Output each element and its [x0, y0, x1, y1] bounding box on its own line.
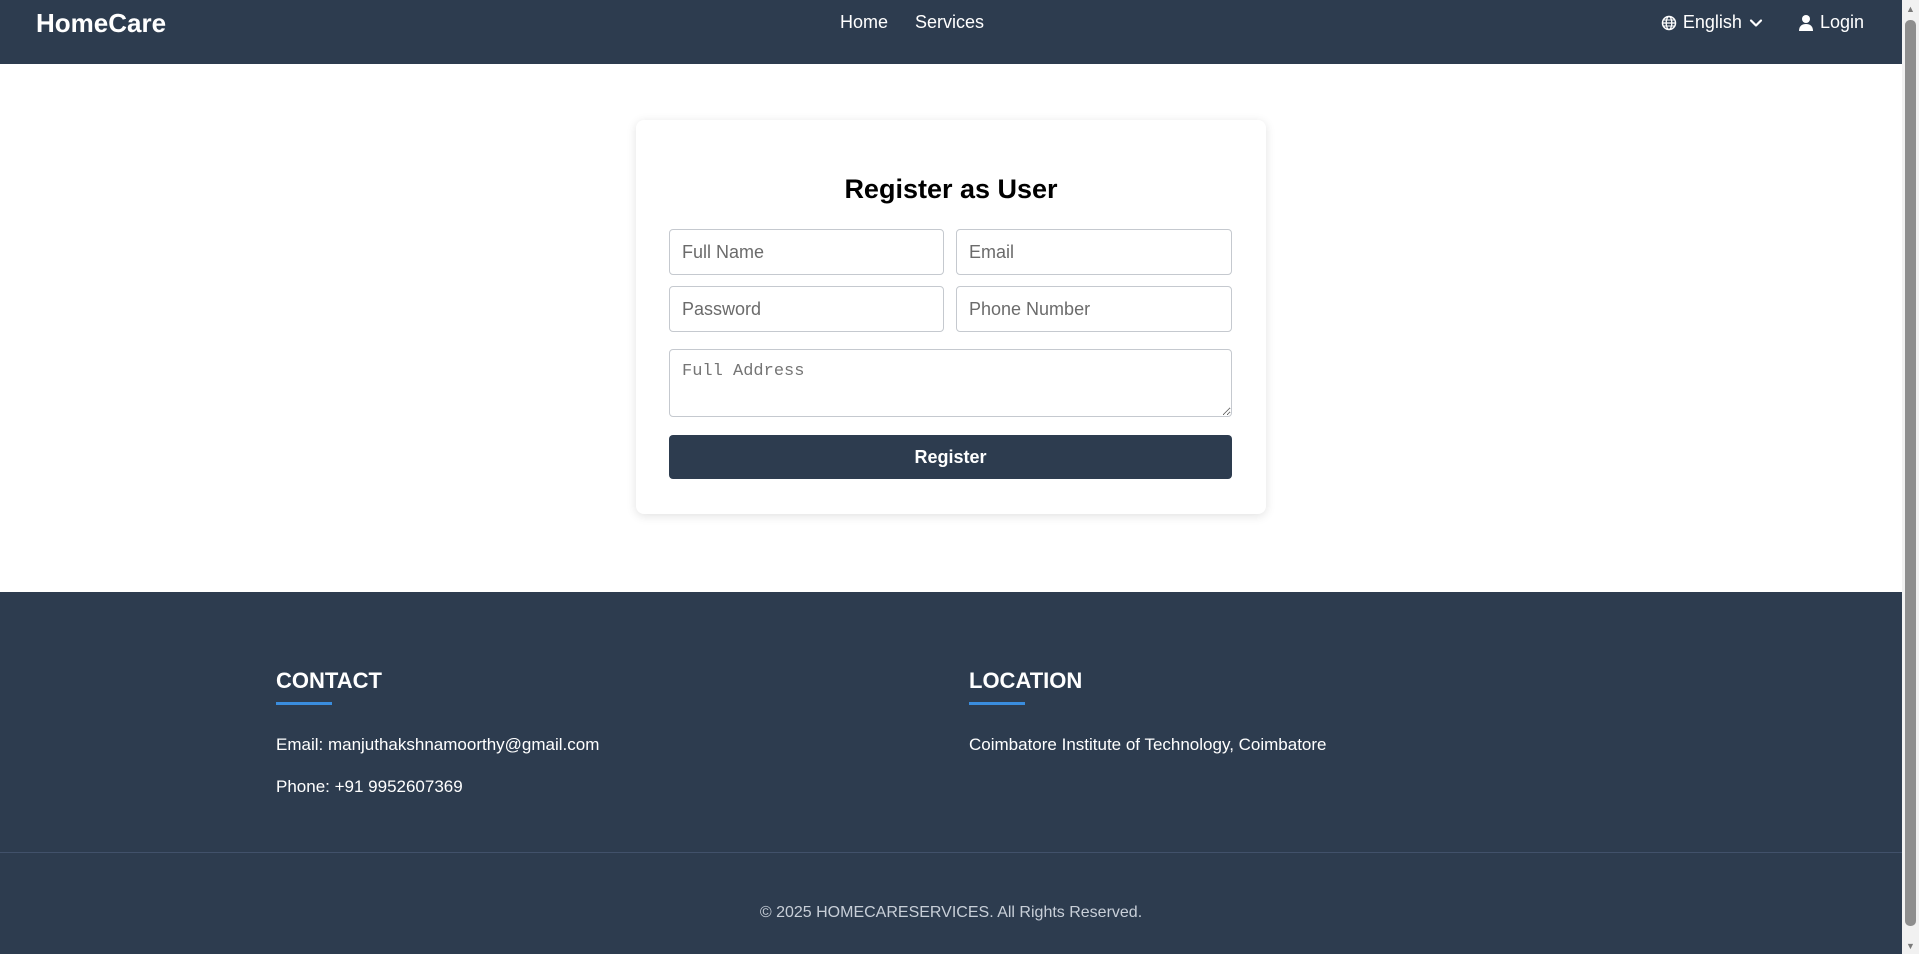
location-section: LOCATION Coimbatore Institute of Technol… [969, 668, 1327, 755]
phone-number-field[interactable] [956, 286, 1232, 332]
contact-phone: Phone: +91 9952607369 [276, 777, 463, 796]
user-icon [1798, 14, 1814, 32]
navbar: HomeCare Home Services English Login [0, 0, 1902, 64]
nav-right: English Login [1661, 12, 1864, 33]
full-address-field[interactable] [669, 349, 1232, 417]
globe-icon [1661, 15, 1677, 31]
email-field[interactable] [956, 229, 1232, 275]
contact-email: Email: manjuthakshnamoorthy@gmail.com [276, 735, 600, 754]
main-content [0, 64, 1902, 592]
footer-divider [0, 852, 1902, 853]
form-title: Register as User [844, 174, 1058, 204]
copyright-text: © 2025 HOMECARESERVICES. All Rights Rese… [759, 904, 1143, 921]
location-heading-underline [969, 702, 1025, 705]
chevron-down-icon [1748, 15, 1764, 31]
footer: CONTACT Email: manjuthakshnamoorthy@gmai… [0, 592, 1902, 954]
page: HomeCare Home Services English Login Reg… [0, 0, 1902, 954]
vertical-scrollbar[interactable]: ▲ ▼ [1902, 0, 1919, 954]
language-label: English [1682, 12, 1742, 32]
full-name-field[interactable] [669, 229, 944, 275]
login-button[interactable]: Login [1798, 12, 1864, 33]
nav-link-home[interactable]: Home [840, 12, 888, 33]
register-button[interactable]: Register [669, 435, 1232, 479]
contact-section: CONTACT Email: manjuthakshnamoorthy@gmai… [276, 668, 599, 797]
scroll-down-arrow-icon[interactable]: ▼ [1902, 937, 1919, 954]
brand-logo[interactable]: HomeCare [36, 8, 166, 39]
scrollbar-thumb[interactable] [1905, 20, 1916, 926]
nav-link-services[interactable]: Services [915, 12, 984, 33]
location-text: Coimbatore Institute of Technology, Coim… [969, 735, 1327, 754]
contact-heading: CONTACT [276, 668, 382, 693]
location-heading: LOCATION [969, 668, 1083, 693]
password-field[interactable] [669, 286, 944, 332]
nav-links: Home Services [840, 12, 984, 33]
contact-heading-underline [276, 702, 332, 705]
login-label: Login [1819, 12, 1864, 32]
scroll-up-arrow-icon[interactable]: ▲ [1902, 0, 1919, 17]
language-selector[interactable]: English [1661, 12, 1764, 33]
